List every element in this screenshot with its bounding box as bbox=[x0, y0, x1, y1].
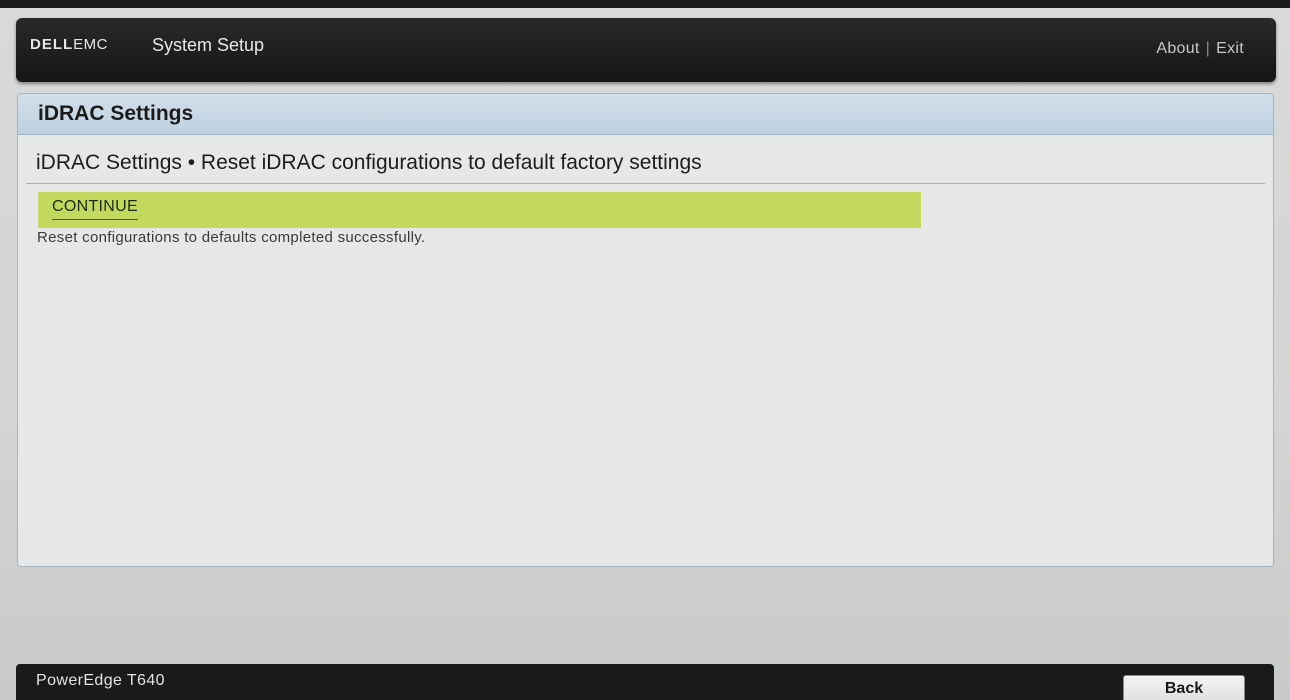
footer-bar: PowerEdge T640 Back bbox=[16, 664, 1274, 700]
logo-emc-text: EMC bbox=[73, 36, 109, 53]
continue-button[interactable]: CONTINUE bbox=[52, 198, 138, 220]
status-message: Reset configurations to defaults complet… bbox=[37, 229, 426, 246]
header-bar: DELLEMC System Setup About | Exit bbox=[16, 18, 1276, 82]
back-button[interactable]: Back bbox=[1123, 675, 1245, 700]
about-link[interactable]: About bbox=[1156, 40, 1199, 57]
screen: DELLEMC System Setup About | Exit iDRAC Se… bbox=[0, 0, 1290, 700]
breadcrumb-divider bbox=[26, 183, 1265, 184]
monitor-bezel-edge bbox=[0, 0, 1290, 8]
breadcrumb: iDRAC Settings • Reset iDRAC configurati… bbox=[36, 151, 702, 174]
system-model: PowerEdge T640 bbox=[36, 672, 165, 689]
continue-row-highlight[interactable]: CONTINUE bbox=[38, 192, 921, 228]
logo-dell-text: DELL bbox=[30, 36, 74, 53]
settings-panel: iDRAC Settings iDRAC Settings • Reset iD… bbox=[17, 93, 1274, 567]
header-links: About | Exit bbox=[1156, 40, 1244, 58]
dell-emc-logo: DELLEMC bbox=[30, 36, 108, 53]
panel-title: iDRAC Settings bbox=[18, 94, 1273, 135]
exit-link[interactable]: Exit bbox=[1216, 40, 1244, 57]
app-title: System Setup bbox=[152, 35, 265, 55]
header-link-separator: | bbox=[1205, 40, 1211, 57]
